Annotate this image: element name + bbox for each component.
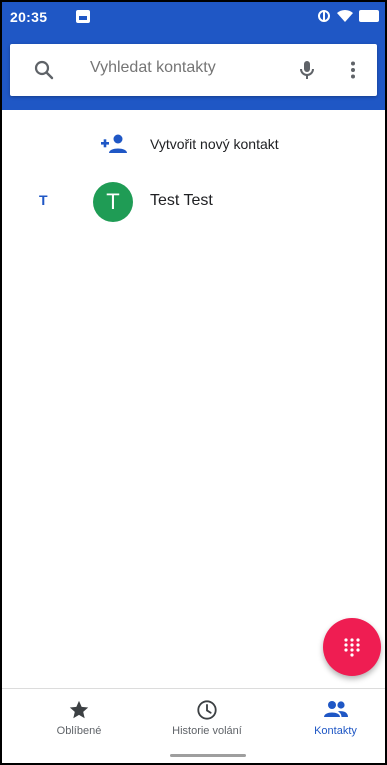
tab-call-history-label: Historie volání <box>172 725 242 737</box>
tab-favorites-label: Oblíbené <box>56 725 102 737</box>
create-contact-row[interactable]: Vytvořit nový kontakt <box>2 116 385 172</box>
data-saver-icon <box>318 10 330 22</box>
section-letter: T <box>39 192 48 208</box>
search-bar[interactable] <box>10 44 377 96</box>
person-add-icon <box>101 134 127 153</box>
tab-favorites[interactable]: Oblíbené <box>24 689 134 749</box>
search-input[interactable] <box>90 59 280 77</box>
people-icon <box>323 701 348 717</box>
dialpad-button[interactable] <box>323 618 381 676</box>
phone-screen: 20:35 Vyhledat kontakty Vytvořit nový ko… <box>0 0 387 765</box>
mic-icon[interactable] <box>295 58 319 82</box>
clock-icon <box>197 700 217 720</box>
status-bar: 20:35 <box>2 2 385 32</box>
wifi-icon <box>337 9 353 22</box>
more-vert-icon[interactable] <box>341 58 365 82</box>
search-icon[interactable] <box>32 58 56 82</box>
contact-name: Test Test <box>150 192 213 209</box>
search-header <box>2 32 385 110</box>
dialpad-icon <box>344 638 360 657</box>
tab-call-history[interactable]: Historie volání <box>147 689 267 749</box>
star-icon <box>69 700 89 719</box>
gesture-bar[interactable] <box>170 754 246 757</box>
tab-contacts-label: Kontakty <box>314 725 357 737</box>
status-icons <box>317 8 379 24</box>
battery-icon <box>359 10 379 22</box>
contact-row[interactable]: T T Test Test <box>2 174 385 230</box>
create-contact-label: Vytvořit nový kontakt <box>150 136 279 152</box>
notification-image-icon <box>76 10 90 23</box>
status-time: 20:35 <box>10 9 48 25</box>
bottom-navigation: Oblíbené Historie volání Kontakty <box>2 688 385 763</box>
avatar: T <box>93 182 133 222</box>
tab-contacts[interactable]: Kontakty <box>288 689 383 749</box>
